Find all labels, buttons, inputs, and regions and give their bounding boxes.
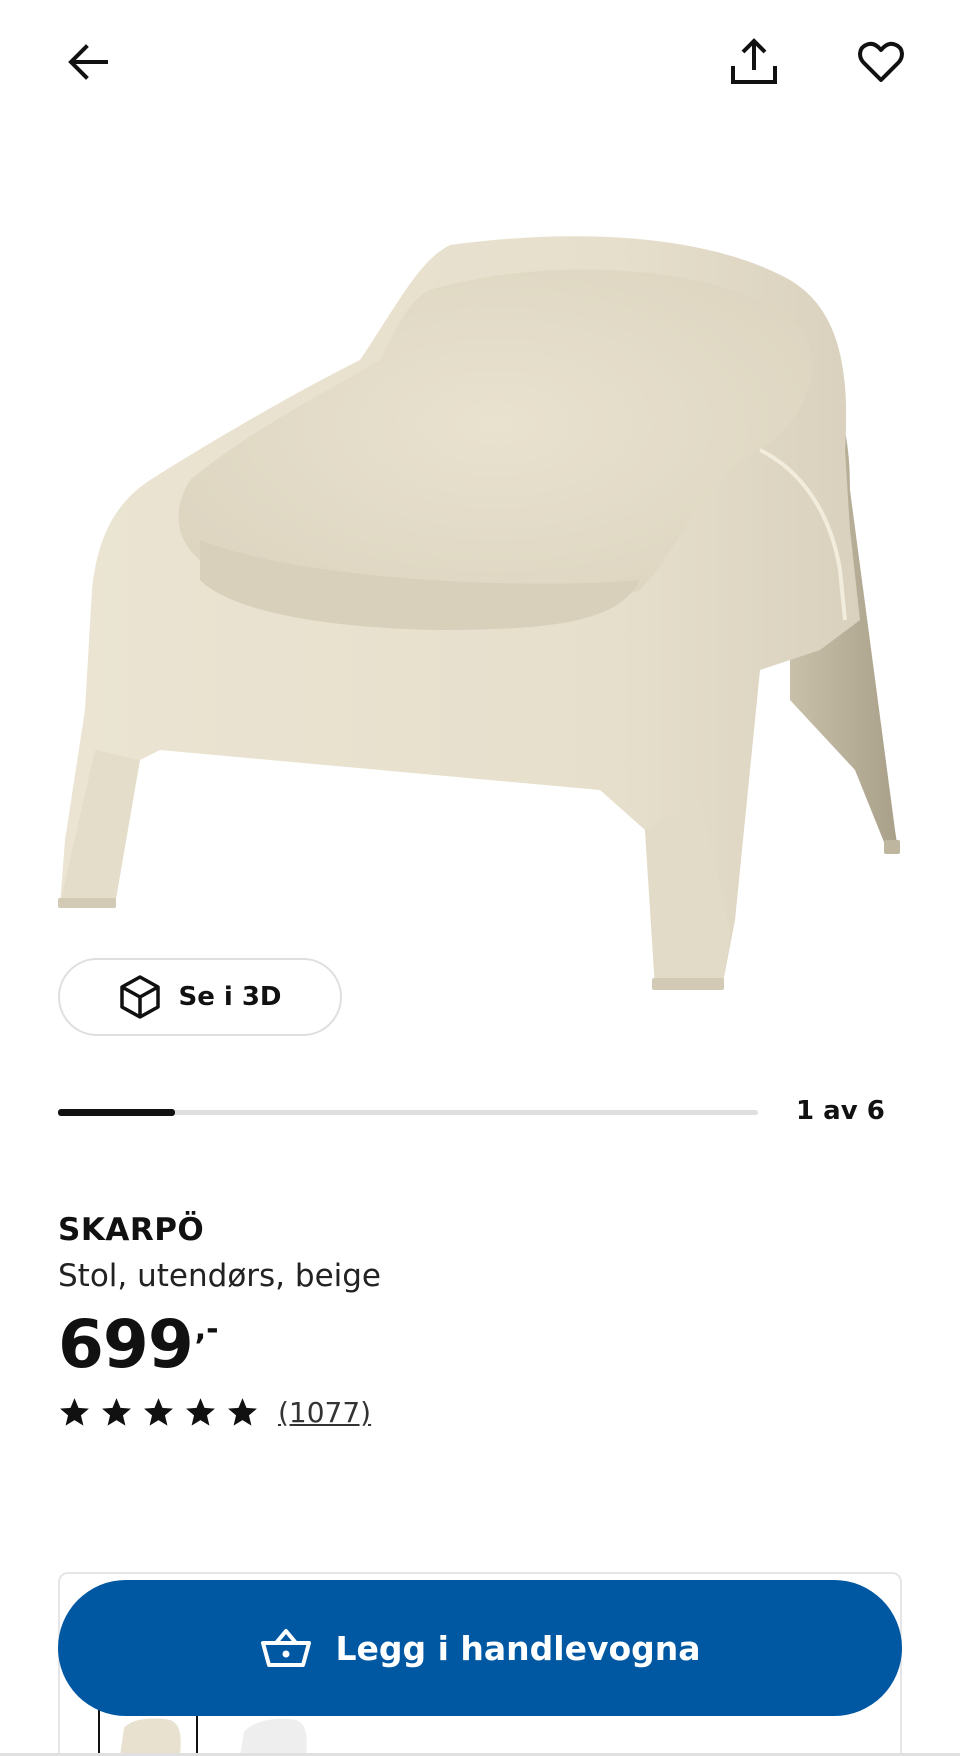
view-in-3d-button[interactable]: Se i 3D [58,958,342,1036]
variant-thumbnail[interactable] [98,1710,198,1756]
price-suffix: ,- [194,1312,219,1347]
product-rating[interactable]: (1077) [58,1396,371,1429]
slide-counter: 1 av 6 [796,1096,885,1126]
star-icon [184,1396,217,1429]
star-icon [226,1396,259,1429]
beige-chair-thumbnail [120,1718,181,1756]
arrow-left-icon [68,44,108,80]
view-in-3d-label: Se i 3D [178,982,282,1012]
star-icon [58,1396,91,1429]
variant-thumbnail[interactable] [230,1710,330,1756]
price-value: 699 [58,1306,194,1383]
top-bar [0,0,960,130]
star-icon [142,1396,175,1429]
product-name: SKARPÖ [58,1212,205,1248]
gallery-progress-bar [58,1109,758,1116]
star-icon [100,1396,133,1429]
heart-icon [858,41,904,82]
product-description: Stol, utendørs, beige [58,1258,382,1294]
gallery-progress-fill [58,1109,175,1116]
product-image[interactable] [0,150,960,1030]
cube-icon [118,973,162,1021]
basket-icon [259,1626,313,1670]
share-icon [731,38,777,84]
product-price: 699 ,- [58,1305,219,1385]
add-to-cart-label: Legg i handlevogna [335,1628,701,1668]
white-chair-thumbnail [240,1718,307,1756]
share-button[interactable] [714,22,794,102]
add-to-cart-button[interactable]: Legg i handlevogna [58,1580,902,1716]
armchair-image [58,236,900,990]
back-button[interactable] [48,22,128,102]
review-count-link[interactable]: (1077) [278,1396,371,1429]
favourite-button[interactable] [841,22,921,102]
